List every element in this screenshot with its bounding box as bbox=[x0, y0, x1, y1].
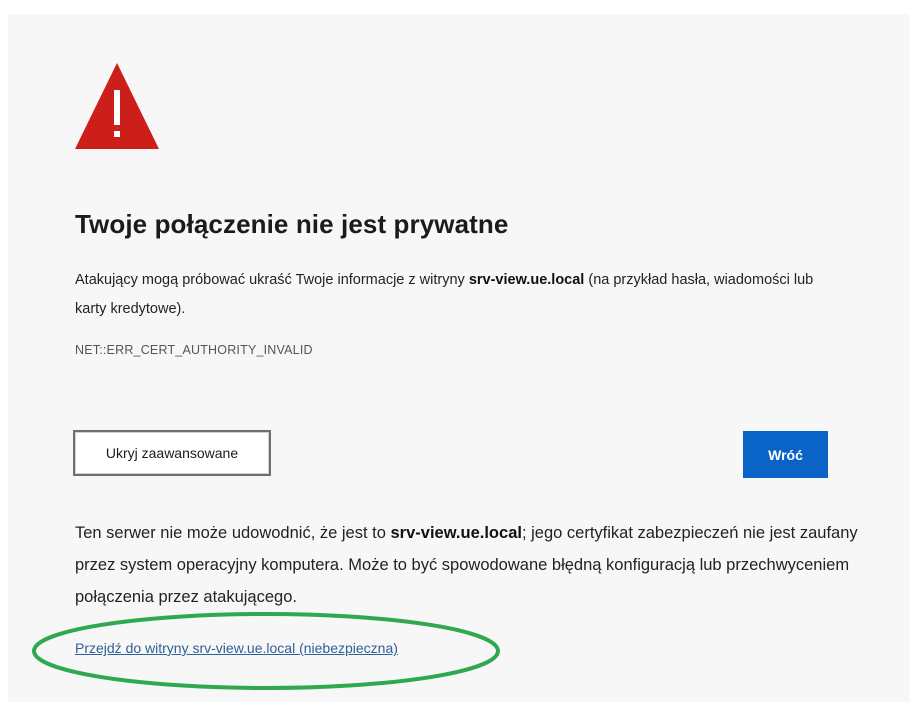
error-description: Atakujący mogą próbować ukraść Twoje inf… bbox=[75, 266, 835, 324]
proceed-unsafe-link[interactable]: Przejdź do witryny srv-view.ue.local (ni… bbox=[75, 640, 398, 656]
error-code: NET::ERR_CERT_AUTHORITY_INVALID bbox=[75, 343, 313, 357]
details-text-before: Ten serwer nie może udowodnić, że jest t… bbox=[75, 524, 391, 542]
page-title: Twoje połączenie nie jest prywatne bbox=[75, 209, 509, 239]
description-host: srv-view.ue.local bbox=[468, 272, 585, 288]
warning-triangle-icon bbox=[75, 63, 159, 149]
back-button[interactable]: Wróć bbox=[743, 431, 828, 478]
hide-advanced-button[interactable]: Ukryj zaawansowane bbox=[73, 430, 271, 476]
description-text-before: Atakujący mogą próbować ukraść Twoje inf… bbox=[75, 272, 469, 288]
details-host: srv-view.ue.local bbox=[390, 524, 522, 542]
advanced-details: Ten serwer nie może udowodnić, że jest t… bbox=[75, 517, 865, 613]
